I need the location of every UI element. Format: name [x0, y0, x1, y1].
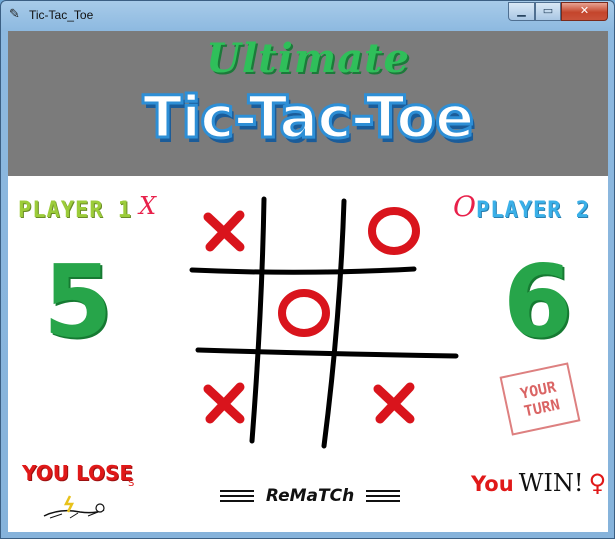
maximize-icon: ▭ [542, 4, 554, 17]
board-cell[interactable] [356, 193, 432, 269]
title-bar[interactable]: ✎ Tic-Tac_Toe ▁ ▭ ✕ [1, 1, 614, 31]
player2-score: 6 [503, 243, 573, 360]
window-title: Tic-Tac_Toe [29, 8, 94, 22]
grid-line-h1 [189, 266, 417, 275]
player1-score: 5 [43, 243, 113, 360]
board-cell[interactable] [186, 365, 262, 441]
rematch-lines-left [220, 490, 254, 502]
rematch-lines-right [366, 490, 400, 502]
title-tic-tac-toe: Tic-Tac-Toe [141, 82, 476, 153]
player1-label: PLAYER 1 [18, 198, 132, 223]
player1-mark: X [139, 192, 157, 220]
close-button[interactable]: ✕ [561, 2, 608, 21]
feather-icon: ✎ [9, 7, 20, 22]
board-cell[interactable] [266, 193, 342, 269]
game-board [186, 193, 459, 449]
board-cell[interactable] [186, 275, 262, 351]
player2-result-win: WIN! [518, 469, 584, 497]
knocked-out-figure-icon [43, 495, 105, 519]
game-canvas: Ultimate Tic-Tac-Toe PLAYER 1 X O PLAYER… [8, 31, 608, 532]
rematch-button[interactable]: ReMaTCh [220, 482, 400, 512]
player2-result: You WIN! ♀ [471, 469, 606, 497]
player1-result: YOU LOSE [22, 461, 134, 485]
app-window: ✎ Tic-Tac_Toe ▁ ▭ ✕ Ultimate Tic-Tac-Toe… [0, 0, 615, 539]
minimize-icon: ▁ [517, 4, 526, 17]
player2-result-you: You [471, 472, 514, 496]
player1-result-sub: S [128, 478, 135, 489]
your-turn-stamp: YOUR TURN [499, 362, 581, 436]
close-icon: ✕ [579, 4, 590, 17]
title-ultimate: Ultimate [206, 35, 410, 82]
title-banner: Ultimate Tic-Tac-Toe [8, 31, 608, 176]
board-cell[interactable] [266, 275, 342, 351]
minimize-button[interactable]: ▁ [508, 2, 535, 21]
board-cell[interactable] [266, 365, 342, 441]
board-cell[interactable] [356, 365, 432, 441]
board-cell[interactable] [186, 193, 262, 269]
female-symbol-icon: ♀ [588, 469, 607, 497]
maximize-button[interactable]: ▭ [535, 2, 561, 21]
rematch-label: ReMaTCh [265, 486, 355, 506]
board-cell[interactable] [356, 275, 432, 351]
player2-label: PLAYER 2 [476, 198, 590, 223]
